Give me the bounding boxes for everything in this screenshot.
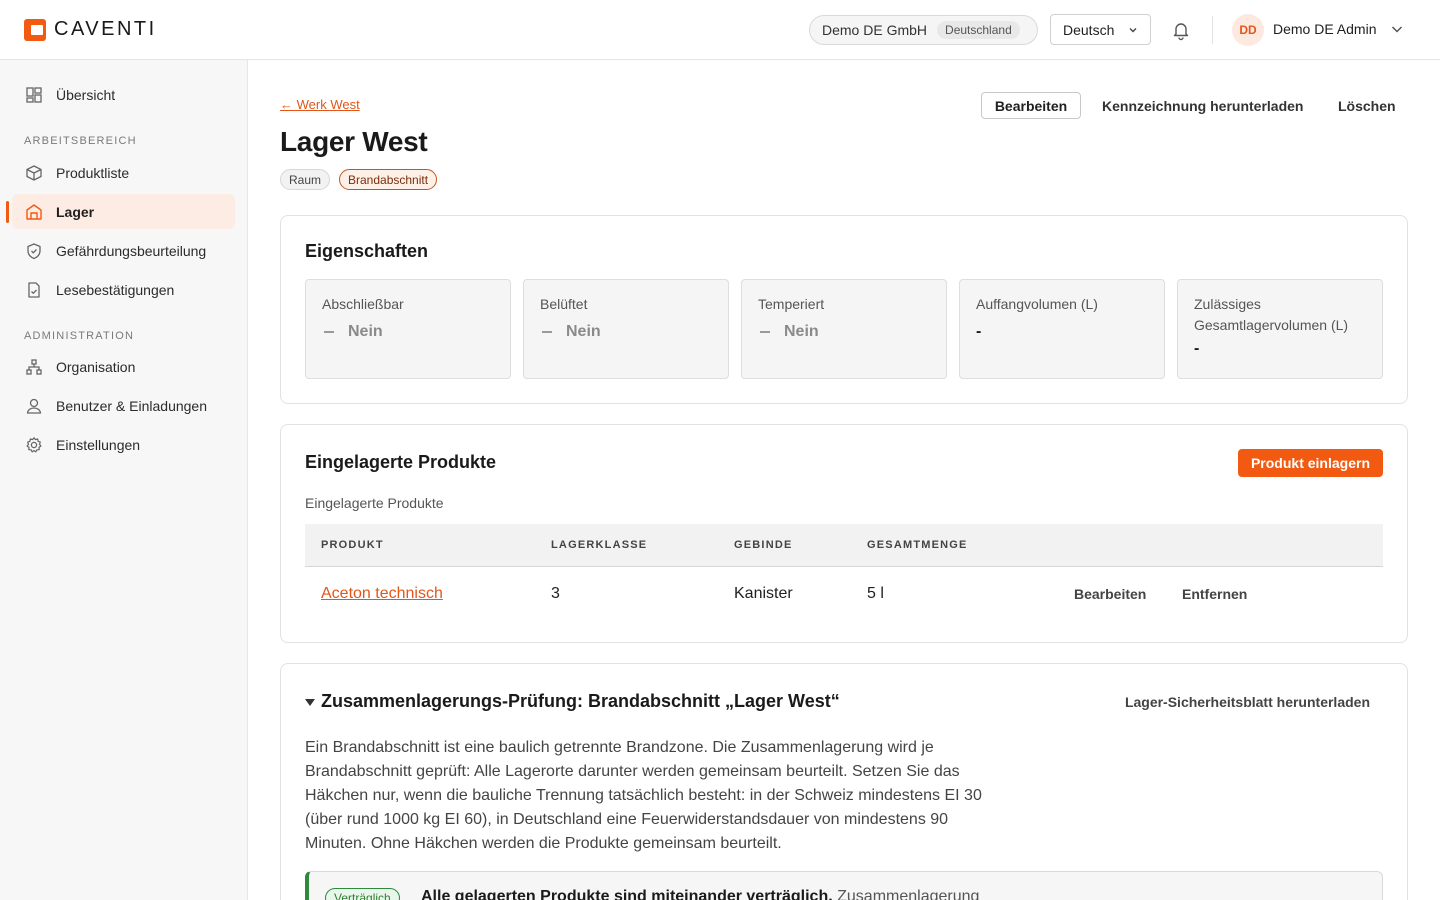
minus-icon bbox=[324, 331, 334, 333]
logo[interactable]: CAVENTI bbox=[24, 18, 157, 41]
compatibility-result: Verträglich Alle gelagerten Produkte sin… bbox=[305, 871, 1383, 900]
sidebar-item-label: Lesebestätigungen bbox=[56, 281, 175, 298]
user-icon bbox=[24, 396, 44, 416]
status-badge: Verträglich bbox=[325, 888, 400, 900]
download-label-button[interactable]: Kennzeichnung herunterladen bbox=[1102, 92, 1303, 119]
property-lockable: Abschließbar Nein bbox=[305, 279, 511, 379]
warehouse-icon bbox=[24, 202, 44, 222]
row-remove-button[interactable]: Entfernen bbox=[1182, 586, 1247, 602]
user-menu-chevron-icon[interactable] bbox=[1390, 22, 1404, 36]
sidebar-item-label: Produktliste bbox=[56, 164, 130, 181]
language-value: Deutsch bbox=[1063, 21, 1115, 38]
container-cell: Kanister bbox=[734, 585, 793, 602]
section-label-administration: ADMINISTRATION bbox=[24, 330, 135, 342]
download-safety-sheet-button[interactable]: Lager-Sicherheitsblatt herunterladen bbox=[1125, 694, 1370, 710]
collapse-caret-icon[interactable] bbox=[305, 699, 315, 706]
tag-room: Raum bbox=[280, 169, 331, 190]
amount-cell: 5 l bbox=[867, 585, 884, 602]
property-label: Belüftet bbox=[540, 296, 588, 312]
result-text: Alle gelagerten Produkte sind miteinande… bbox=[421, 888, 980, 900]
sidebar-item-label: Benutzer & Einladungen bbox=[56, 397, 207, 414]
product-link[interactable]: Aceton technisch bbox=[321, 585, 443, 603]
delete-button[interactable]: Löschen bbox=[1338, 92, 1396, 119]
property-tempered: Temperiert Nein bbox=[741, 279, 947, 379]
org-tree-icon bbox=[24, 357, 44, 377]
store-product-button[interactable]: Produkt einlagern bbox=[1237, 449, 1383, 477]
sidebar-item-label: Lager bbox=[56, 203, 95, 220]
dashboard-icon bbox=[24, 85, 44, 105]
table-header: PRODUKT LAGERKLASSE GEBINDE GESAMTMENGE bbox=[305, 524, 1383, 567]
property-value: - bbox=[1194, 340, 1200, 357]
minus-icon bbox=[542, 331, 552, 333]
gear-icon bbox=[24, 435, 44, 455]
section-label-workspace: ARBEITSBEREICH bbox=[24, 135, 137, 147]
minus-icon bbox=[760, 331, 770, 333]
property-label: Temperiert bbox=[758, 296, 825, 312]
user-name[interactable]: Demo DE Admin bbox=[1273, 21, 1376, 37]
property-catch-volume: Auffangvolumen (L) - bbox=[959, 279, 1165, 379]
chevron-down-icon bbox=[1129, 28, 1137, 33]
sidebar-item-label: Organisation bbox=[56, 358, 136, 375]
property-total-volume: Zulässiges Gesamtlagervolumen (L) - bbox=[1177, 279, 1383, 379]
active-indicator bbox=[6, 201, 9, 223]
logo-text: CAVENTI bbox=[54, 18, 157, 40]
property-value: Nein bbox=[322, 323, 494, 341]
property-ventilated: Belüftet Nein bbox=[523, 279, 729, 379]
sidebar-item-settings[interactable]: Einstellungen bbox=[12, 427, 235, 462]
top-bar: CAVENTI Demo DE GmbH Deutschland Deutsch… bbox=[0, 0, 1440, 60]
header-divider bbox=[1212, 16, 1213, 44]
column-header-product: PRODUKT bbox=[321, 539, 384, 551]
storage-class-cell: 3 bbox=[551, 585, 560, 602]
property-value: Nein bbox=[540, 323, 712, 341]
language-select[interactable]: Deutsch bbox=[1050, 14, 1151, 45]
sidebar-item-storage[interactable]: Lager bbox=[12, 194, 235, 229]
column-header-container: GEBINDE bbox=[734, 539, 793, 551]
sidebar-item-organisation[interactable]: Organisation bbox=[12, 349, 235, 384]
org-country-badge: Deutschland bbox=[937, 21, 1020, 39]
properties-card: Eigenschaften Abschließbar Nein Belüftet… bbox=[280, 215, 1408, 404]
products-card: Eingelagerte Produkte Produkt einlagern … bbox=[280, 424, 1408, 643]
property-label: Zulässiges Gesamtlagervolumen (L) bbox=[1194, 296, 1349, 333]
row-edit-button[interactable]: Bearbeiten bbox=[1074, 586, 1146, 602]
sidebar-item-label: Gefährdungsbeurteilung bbox=[56, 242, 207, 259]
products-sublabel: Eingelagerte Produkte bbox=[305, 495, 444, 511]
property-value: - bbox=[976, 323, 982, 340]
sidebar-item-label: Übersicht bbox=[56, 86, 116, 103]
sidebar-item-products[interactable]: Produktliste bbox=[12, 155, 235, 190]
box-icon bbox=[24, 163, 44, 183]
page-title: Lager West bbox=[280, 126, 428, 157]
logo-mark-icon bbox=[24, 18, 46, 41]
avatar[interactable]: DD bbox=[1232, 14, 1264, 46]
property-value: Nein bbox=[758, 323, 930, 341]
document-check-icon bbox=[24, 280, 44, 300]
property-label: Auffangvolumen (L) bbox=[976, 296, 1098, 312]
compatibility-title[interactable]: Zusammenlagerungs-Prüfung: Brandabschnit… bbox=[321, 691, 840, 712]
sidebar: Übersicht ARBEITSBEREICH Produktliste La… bbox=[0, 60, 248, 900]
sidebar-item-read-confirmations[interactable]: Lesebestätigungen bbox=[12, 272, 235, 307]
edit-button[interactable]: Bearbeiten bbox=[981, 92, 1081, 119]
sidebar-item-label: Einstellungen bbox=[56, 436, 141, 453]
org-name: Demo DE GmbH bbox=[822, 22, 928, 38]
sidebar-item-users[interactable]: Benutzer & Einladungen bbox=[12, 388, 235, 423]
compatibility-description: Ein Brandabschnitt ist eine baulich getr… bbox=[305, 739, 982, 852]
column-header-storage-class: LAGERKLASSE bbox=[551, 539, 648, 551]
sidebar-item-overview[interactable]: Übersicht bbox=[12, 77, 235, 112]
compatibility-card: Zusammenlagerungs-Prüfung: Brandabschnit… bbox=[280, 663, 1408, 900]
bell-icon[interactable] bbox=[1170, 19, 1192, 41]
tag-fire-compartment: Brandabschnitt bbox=[339, 169, 438, 190]
column-header-total-amount: GESAMTMENGE bbox=[867, 539, 968, 551]
organization-switcher[interactable]: Demo DE GmbH Deutschland bbox=[809, 15, 1038, 45]
shield-icon bbox=[24, 241, 44, 261]
properties-title: Eigenschaften bbox=[305, 241, 429, 261]
products-title: Eingelagerte Produkte bbox=[305, 452, 497, 472]
sidebar-item-risk-assessment[interactable]: Gefährdungsbeurteilung bbox=[12, 233, 235, 268]
back-link[interactable]: ← Werk West bbox=[280, 97, 360, 112]
property-label: Abschließbar bbox=[322, 296, 404, 312]
